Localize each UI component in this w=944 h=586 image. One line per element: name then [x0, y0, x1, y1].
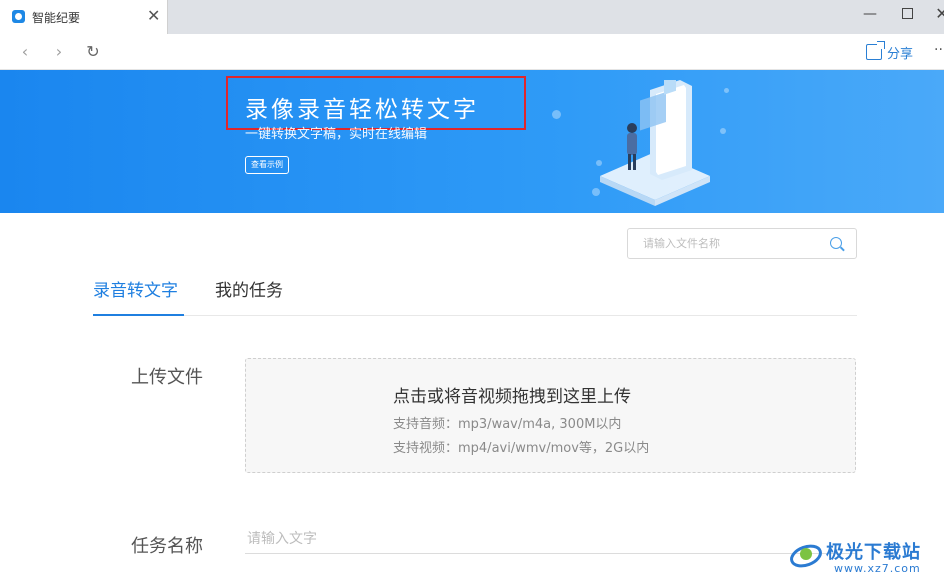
- upload-dropzone[interactable]: 点击或将音视频拖拽到这里上传 支持音频：mp3/wav/m4a, 300M以内 …: [245, 358, 856, 473]
- search-icon[interactable]: [830, 237, 842, 249]
- minimize-button[interactable]: —: [860, 4, 880, 24]
- close-window-button[interactable]: ✕: [932, 4, 944, 24]
- tab-close-icon[interactable]: ✕: [147, 6, 160, 26]
- share-label: 分享: [887, 46, 914, 62]
- browser-tab[interactable]: 智能纪要 ✕: [0, 0, 168, 34]
- app-icon: [12, 10, 25, 23]
- phone-illustration-icon: [600, 80, 710, 206]
- maximize-icon: [901, 8, 913, 19]
- title-bar: 智能纪要 ✕ — ✕: [0, 0, 944, 34]
- tab-my-tasks[interactable]: 我的任务: [215, 278, 283, 316]
- audio-format-hint: 支持音频：mp3/wav/m4a, 300M以内: [393, 417, 622, 432]
- navigation-bar: ‹ › ↻ 分享 ··: [0, 34, 944, 70]
- watermark-url: www.xz7.com: [834, 562, 921, 575]
- watermark-logo-icon: [790, 544, 822, 568]
- share-icon: [866, 41, 885, 60]
- more-menu-icon[interactable]: ··: [934, 42, 943, 58]
- highlight-annotation-box: [226, 76, 526, 130]
- tab-title: 智能纪要: [32, 11, 81, 25]
- task-name-label: 任务名称: [131, 536, 203, 557]
- upload-instruction: 点击或将音视频拖拽到这里上传: [393, 387, 631, 407]
- watermark-text: 极光下载站: [826, 542, 921, 563]
- tab-audio-to-text[interactable]: 录音转文字: [93, 278, 184, 316]
- watermark: 极光下载站 www.xz7.com: [782, 532, 942, 582]
- back-button[interactable]: ‹: [14, 41, 36, 63]
- content-tabs: 录音转文字 我的任务: [93, 278, 857, 316]
- maximize-button[interactable]: [897, 4, 917, 24]
- task-name-input[interactable]: [245, 524, 856, 554]
- hero-banner: 录像录音轻松转文字 一键转换文字稿，实时在线编辑 查看示例: [0, 70, 944, 213]
- video-format-hint: 支持视频：mp4/avi/wmv/mov等，2G以内: [393, 441, 650, 456]
- view-example-button[interactable]: 查看示例: [245, 156, 289, 174]
- banner-subtitle: 一键转换文字稿，实时在线编辑: [245, 127, 428, 142]
- reload-button[interactable]: ↻: [82, 41, 104, 63]
- forward-button[interactable]: ›: [48, 41, 70, 63]
- share-button[interactable]: 分享: [866, 41, 914, 62]
- file-search-input[interactable]: [628, 229, 818, 258]
- file-search-box: [627, 228, 857, 259]
- decor-dot: [552, 110, 561, 119]
- upload-label: 上传文件: [131, 367, 203, 388]
